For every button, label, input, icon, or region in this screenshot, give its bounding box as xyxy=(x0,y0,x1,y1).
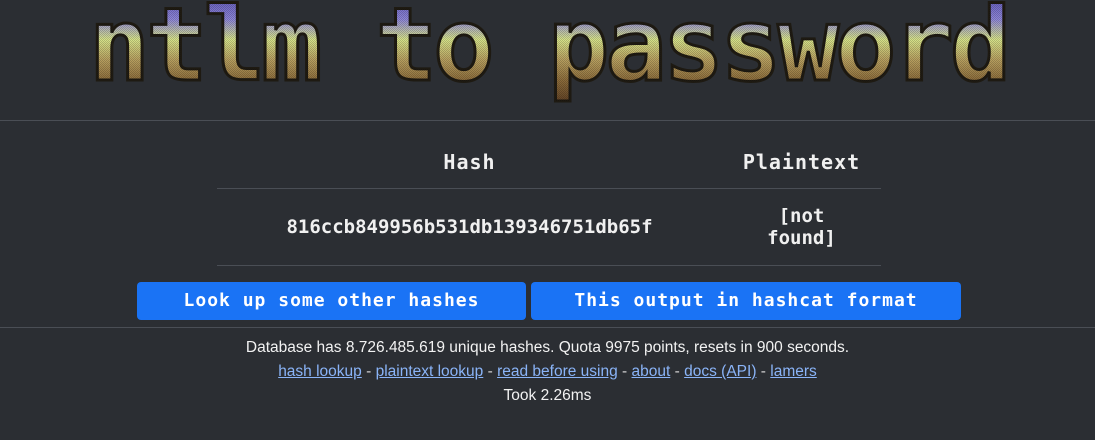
about-link[interactable]: about xyxy=(632,363,671,380)
hash-column-header: Hash xyxy=(217,136,722,189)
hashcat-format-button[interactable]: This output in hashcat format xyxy=(531,282,961,320)
docs-api-link[interactable]: docs (API) xyxy=(684,363,756,380)
plaintext-status-line1: [not xyxy=(778,205,825,227)
link-separator: - xyxy=(622,363,628,380)
footer-divider xyxy=(0,327,1095,328)
link-separator: - xyxy=(760,363,766,380)
plaintext-lookup-link[interactable]: plaintext lookup xyxy=(376,363,484,380)
hash-cell: 816ccb849956b531db139346751db65f xyxy=(217,188,722,266)
plaintext-column-header: Plaintext xyxy=(722,136,881,189)
site-banner: ntlm to password ntlm to password xyxy=(0,0,1095,121)
hash-lookup-link[interactable]: hash lookup xyxy=(278,363,362,380)
lamers-link[interactable]: lamers xyxy=(770,363,817,380)
read-before-using-link[interactable]: read before using xyxy=(497,363,618,380)
link-separator: - xyxy=(366,363,372,380)
timing-info: Took 2.26ms xyxy=(503,387,592,404)
database-stats: Database has 8.726.485.619 unique hashes… xyxy=(245,339,850,356)
link-separator: - xyxy=(674,363,680,380)
plaintext-cell: [not found] xyxy=(722,188,881,266)
plaintext-status-line2: found] xyxy=(767,227,836,249)
footer-nav: hash lookup - plaintext lookup - read be… xyxy=(0,360,1095,384)
banner-logo: ntlm to password ntlm to password xyxy=(87,0,1013,107)
link-separator: - xyxy=(487,363,493,380)
lookup-other-hashes-button[interactable]: Look up some other hashes xyxy=(137,282,526,320)
table-row: 816ccb849956b531db139346751db65f [not fo… xyxy=(217,188,881,266)
results-table: Hash Plaintext 816ccb849956b531db1393467… xyxy=(217,136,881,266)
banner-title-texture: ntlm to password xyxy=(89,0,1008,105)
footer: Database has 8.726.485.619 unique hashes… xyxy=(0,336,1095,408)
table-header-row: Hash Plaintext xyxy=(217,136,881,189)
